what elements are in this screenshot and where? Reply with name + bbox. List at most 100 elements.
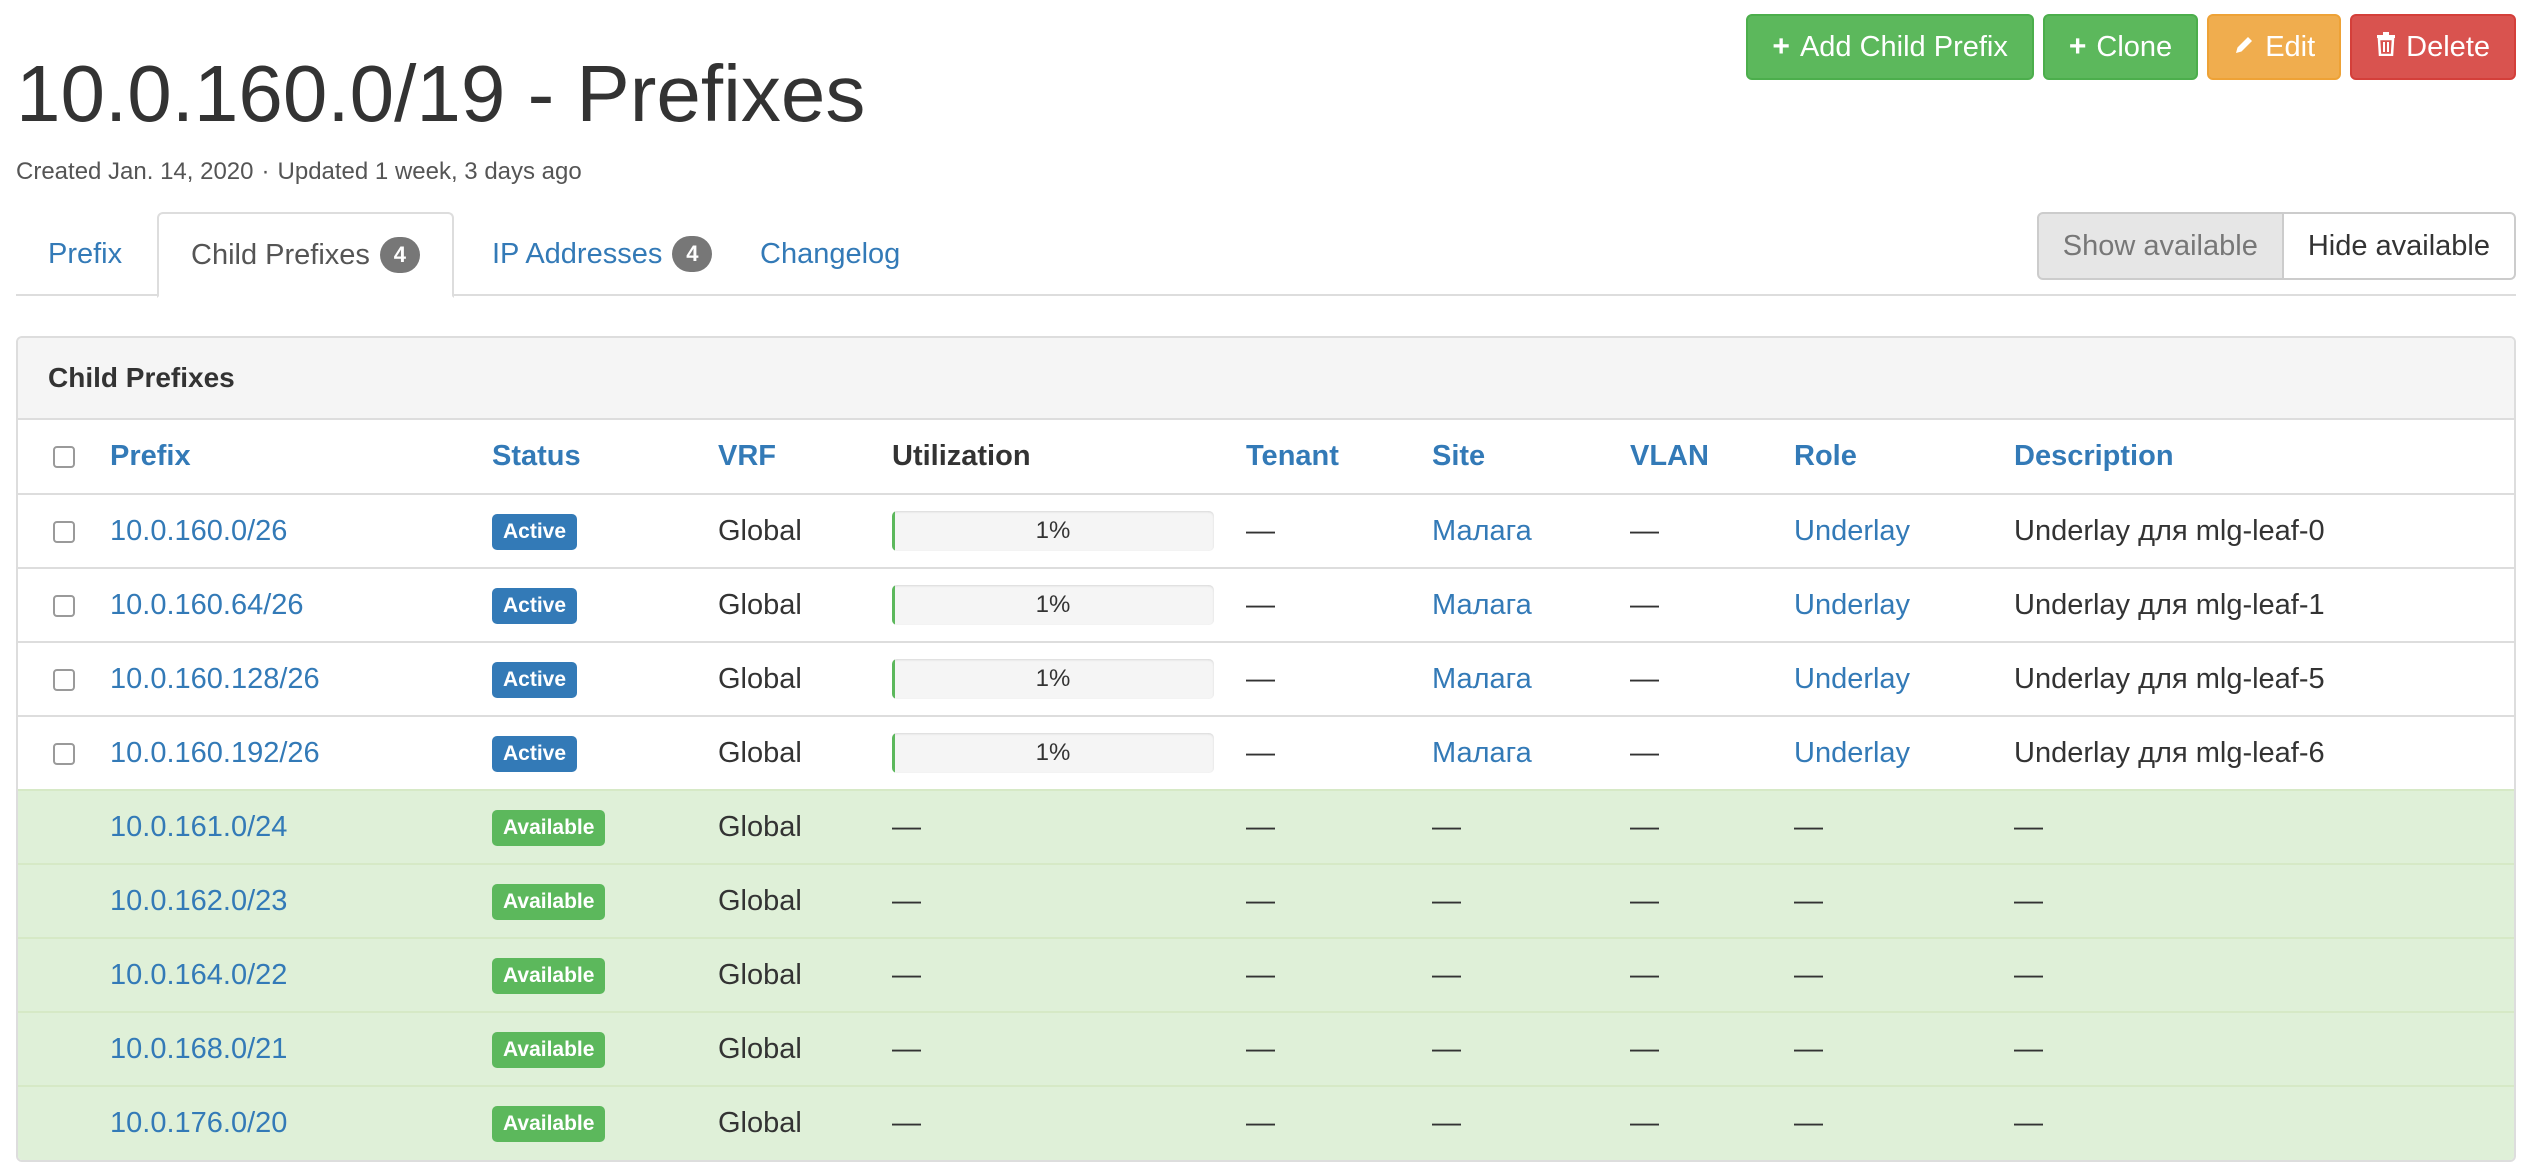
clone-label: Clone bbox=[2096, 30, 2173, 63]
meta-line: Created Jan. 14, 2020 · Updated 1 week, 3 … bbox=[16, 158, 582, 186]
role-link[interactable]: Underlay bbox=[1794, 663, 1910, 695]
status-cell: Available bbox=[492, 937, 718, 1012]
column-prefix[interactable]: Prefix bbox=[110, 420, 492, 495]
prefix-link[interactable]: 10.0.161.0/24 bbox=[110, 811, 287, 843]
site-link[interactable]: Малага bbox=[1432, 589, 1532, 621]
status-badge: Available bbox=[492, 957, 606, 994]
description-cell: — bbox=[2014, 1011, 2514, 1086]
table-row: 10.0.160.64/26 Active Global 1% — Малага… bbox=[18, 567, 2514, 642]
vrf-cell: Global bbox=[718, 567, 892, 642]
status-badge: Active bbox=[492, 661, 578, 698]
meta-separator: · bbox=[261, 158, 270, 185]
row-checkbox[interactable] bbox=[53, 520, 75, 543]
row-checkbox[interactable] bbox=[53, 668, 75, 691]
status-cell: Active bbox=[492, 567, 718, 642]
column-vlan[interactable]: VLAN bbox=[1630, 420, 1794, 495]
add-child-prefix-button[interactable]: + Add Child Prefix bbox=[1746, 14, 2034, 80]
prefix-cell: 10.0.160.0/26 bbox=[110, 493, 492, 568]
description-cell: — bbox=[2014, 937, 2514, 1012]
delete-button[interactable]: Delete bbox=[2350, 14, 2516, 80]
row-checkbox[interactable] bbox=[53, 742, 75, 765]
vlan-cell: — bbox=[1630, 937, 1794, 1012]
hide-available-button[interactable]: Hide available bbox=[2283, 212, 2516, 280]
prefix-link[interactable]: 10.0.164.0/22 bbox=[110, 959, 287, 991]
row-select-cell bbox=[18, 641, 110, 716]
prefix-link[interactable]: 10.0.160.192/26 bbox=[110, 737, 320, 769]
site-link[interactable]: Малага bbox=[1432, 663, 1532, 695]
status-badge: Active bbox=[492, 513, 578, 550]
utilization-cell: — bbox=[892, 789, 1246, 864]
pencil-icon bbox=[2233, 32, 2255, 62]
site-cell: — bbox=[1432, 937, 1630, 1012]
tenant-cell: — bbox=[1246, 493, 1432, 568]
utilization-bar: 1% bbox=[892, 659, 1214, 699]
clone-button[interactable]: + Clone bbox=[2042, 14, 2199, 80]
row-select-cell bbox=[18, 937, 110, 1012]
tab-changelog[interactable]: Changelog bbox=[728, 212, 932, 296]
column-vrf[interactable]: VRF bbox=[718, 420, 892, 495]
show-available-button[interactable]: Show available bbox=[2036, 212, 2284, 280]
action-bar: + Add Child Prefix + Clone Edit Delete bbox=[1746, 14, 2516, 80]
tab-prefix[interactable]: Prefix bbox=[16, 212, 154, 296]
panel-title: Child Prefixes bbox=[18, 338, 2514, 420]
role-link[interactable]: Underlay bbox=[1794, 737, 1910, 769]
tenant-cell: — bbox=[1246, 715, 1432, 790]
tenant-cell: — bbox=[1246, 937, 1432, 1012]
description-cell: Underlay для mlg-leaf-1 bbox=[2014, 567, 2514, 642]
prefix-cell: 10.0.160.192/26 bbox=[110, 715, 492, 790]
count-badge: 4 bbox=[672, 236, 713, 272]
column-status[interactable]: Status bbox=[492, 420, 718, 495]
tenant-cell: — bbox=[1246, 789, 1432, 864]
row-select-cell bbox=[18, 493, 110, 568]
prefix-link[interactable]: 10.0.176.0/20 bbox=[110, 1107, 287, 1139]
utilization-bar: 1% bbox=[892, 585, 1214, 625]
row-checkbox[interactable] bbox=[53, 594, 75, 617]
site-cell: Малага bbox=[1432, 493, 1630, 568]
role-link[interactable]: Underlay bbox=[1794, 589, 1910, 621]
prefix-link[interactable]: 10.0.160.128/26 bbox=[110, 663, 320, 695]
edit-label: Edit bbox=[2265, 30, 2316, 63]
table-row: 10.0.160.0/26 Active Global 1% — Малага … bbox=[18, 493, 2514, 568]
prefix-link[interactable]: 10.0.162.0/23 bbox=[110, 885, 287, 917]
role-cell: Underlay bbox=[1794, 493, 2014, 568]
description-cell: Underlay для mlg-leaf-6 bbox=[2014, 715, 2514, 790]
column-tenant[interactable]: Tenant bbox=[1246, 420, 1432, 495]
vlan-cell: — bbox=[1630, 641, 1794, 716]
vrf-cell: Global bbox=[718, 715, 892, 790]
vrf-cell: Global bbox=[718, 789, 892, 864]
site-link[interactable]: Малага bbox=[1432, 737, 1532, 769]
utilization-bar: 1% bbox=[892, 511, 1214, 551]
role-link[interactable]: Underlay bbox=[1794, 515, 1910, 547]
prefix-link[interactable]: 10.0.168.0/21 bbox=[110, 1033, 287, 1065]
prefix-cell: 10.0.161.0/24 bbox=[110, 789, 492, 864]
column-description[interactable]: Description bbox=[2014, 420, 2514, 495]
vlan-cell: — bbox=[1630, 1011, 1794, 1086]
status-badge: Available bbox=[492, 1031, 606, 1068]
column-role[interactable]: Role bbox=[1794, 420, 2014, 495]
vlan-cell: — bbox=[1630, 567, 1794, 642]
tenant-cell: — bbox=[1246, 1085, 1432, 1160]
utilization-cell: 1% bbox=[892, 715, 1246, 790]
vrf-cell: Global bbox=[718, 863, 892, 938]
description-cell: Underlay для mlg-leaf-0 bbox=[2014, 493, 2514, 568]
edit-button[interactable]: Edit bbox=[2207, 14, 2342, 80]
status-badge: Available bbox=[492, 1106, 606, 1142]
column-site[interactable]: Site bbox=[1432, 420, 1630, 495]
site-cell: Малага bbox=[1432, 567, 1630, 642]
tab-ip-addresses[interactable]: IP Addresses 4 bbox=[460, 212, 744, 296]
role-cell: — bbox=[1794, 937, 2014, 1012]
row-select-cell bbox=[18, 863, 110, 938]
vrf-cell: Global bbox=[718, 937, 892, 1012]
prefix-link[interactable]: 10.0.160.64/26 bbox=[110, 589, 304, 621]
available-row: 10.0.161.0/24 Available Global — — — — —… bbox=[18, 789, 2514, 864]
site-link[interactable]: Малага bbox=[1432, 515, 1532, 547]
utilization-text: 1% bbox=[1035, 591, 1071, 618]
utilization-cell: — bbox=[892, 1011, 1246, 1086]
row-select-cell bbox=[18, 567, 110, 642]
tab-label: Prefix bbox=[48, 237, 123, 270]
tab-child-prefixes[interactable]: Child Prefixes 4 bbox=[157, 212, 454, 298]
prefix-link[interactable]: 10.0.160.0/26 bbox=[110, 515, 287, 547]
vrf-cell: Global bbox=[718, 1085, 892, 1160]
role-cell: Underlay bbox=[1794, 715, 2014, 790]
select-all-checkbox[interactable] bbox=[53, 446, 75, 469]
